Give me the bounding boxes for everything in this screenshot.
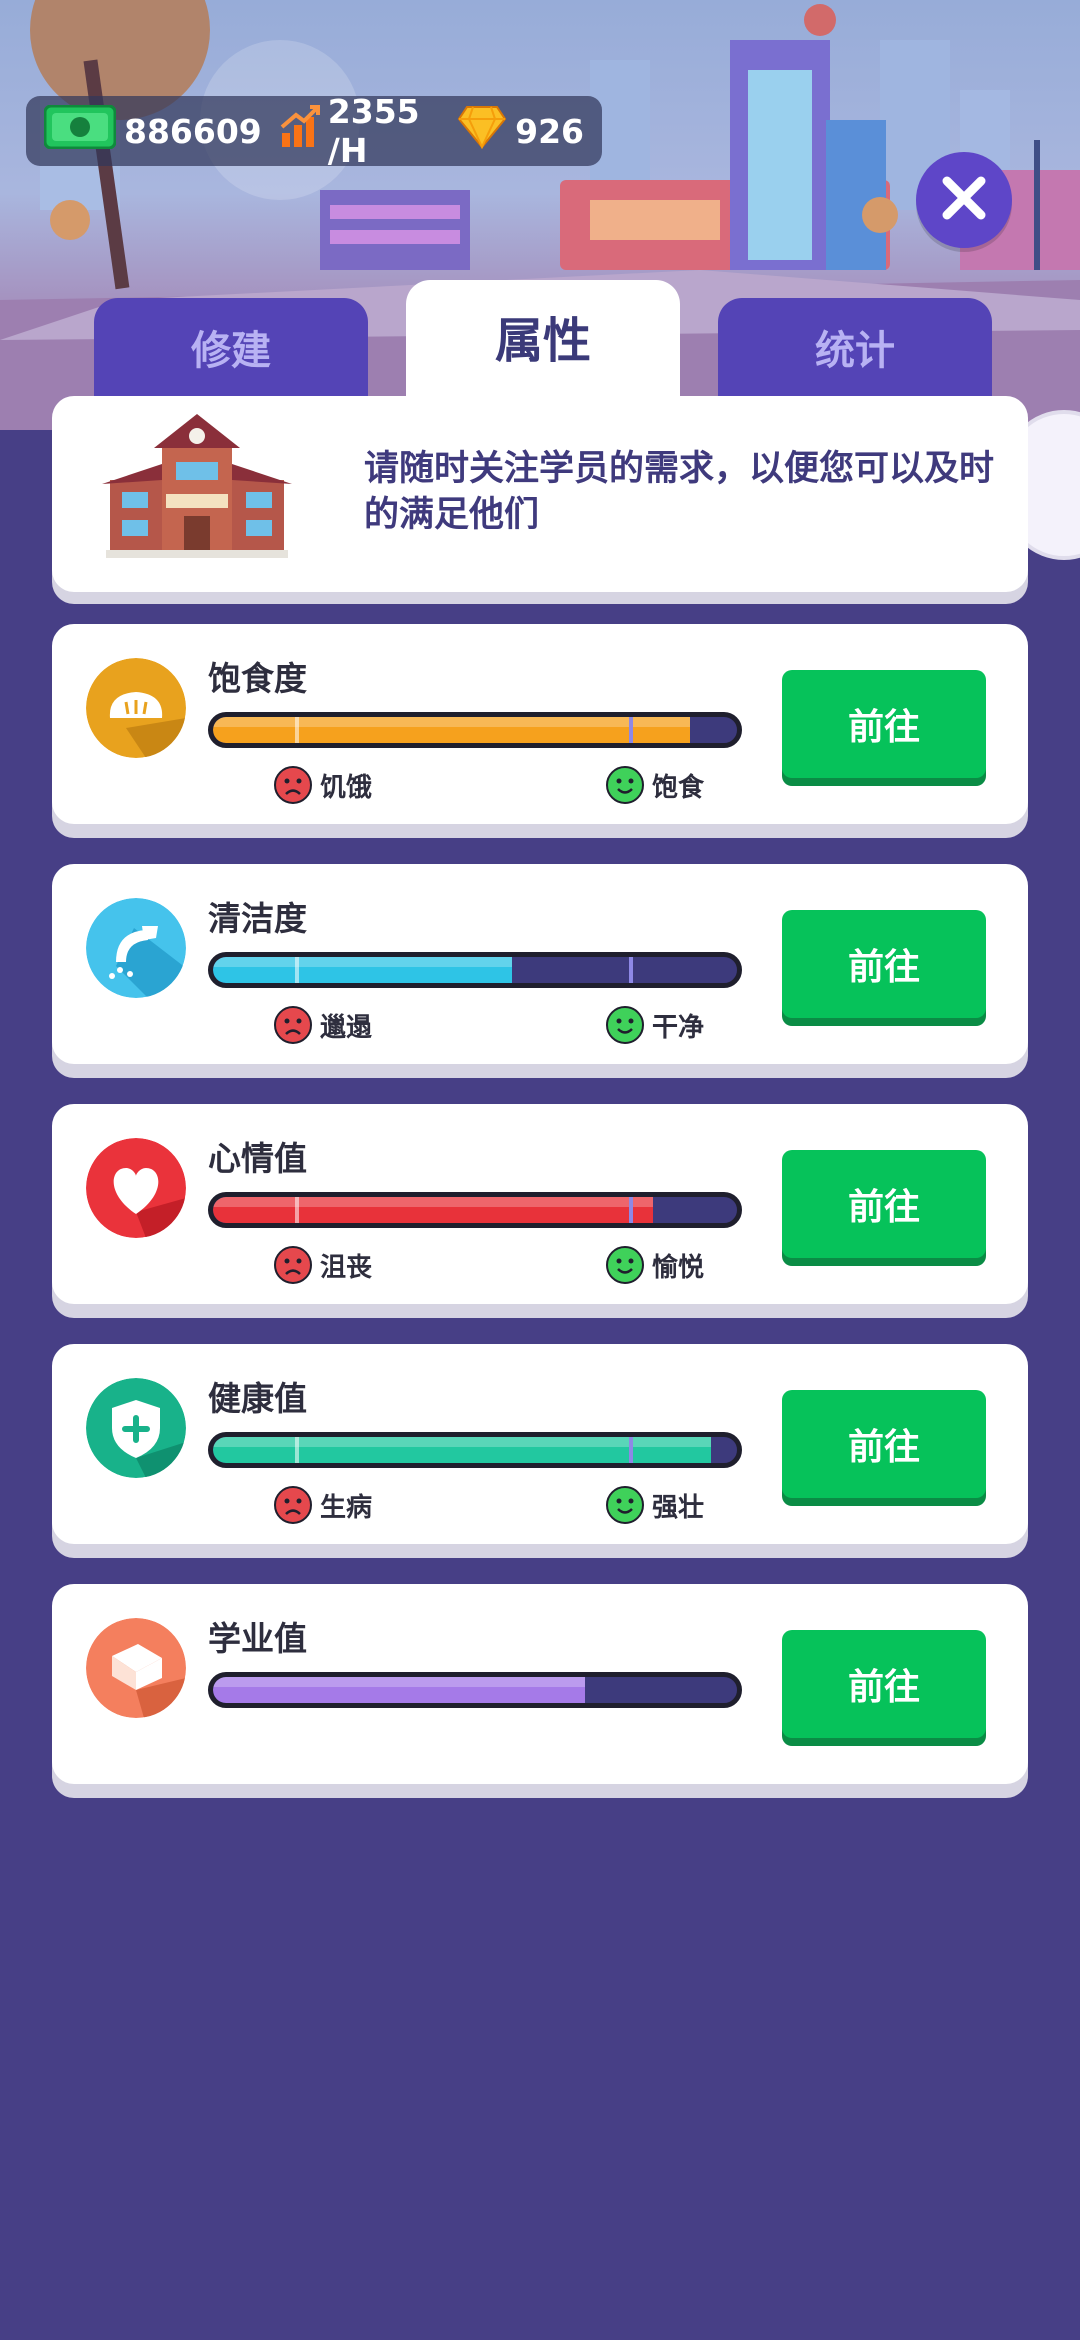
bread-icon <box>86 658 186 758</box>
progress-fill <box>213 1197 654 1223</box>
sad-face-icon <box>274 1006 312 1044</box>
info-message: 请随时关注学员的需求，以便您可以及时的满足他们 <box>364 449 995 535</box>
stat-card-satiety: 饱食度 饥饿 饱食 前往 <box>52 624 1028 824</box>
satiety-bar <box>208 712 742 748</box>
happy-face-icon <box>606 1246 644 1284</box>
growth-chart-icon <box>280 105 320 157</box>
progress-fill <box>213 957 512 983</box>
low-label: 邋遢 <box>274 1006 372 1044</box>
study-bar <box>208 1672 742 1708</box>
happy-face-icon <box>606 766 644 804</box>
stat-card-study: 学业值 前往 <box>52 1584 1028 1784</box>
cash-icon <box>43 104 117 157</box>
tab-attributes[interactable]: 属性 <box>406 280 680 410</box>
low-label: 生病 <box>274 1486 372 1524</box>
stat-card-health: 健康值 生病 强壮 前往 <box>52 1344 1028 1544</box>
stat-title: 健康值 <box>208 1379 307 1418</box>
gem-value: 926 <box>515 111 584 151</box>
close-icon <box>939 173 989 227</box>
progress-fill <box>213 1677 586 1703</box>
progress-fill <box>213 717 690 743</box>
cash-counter: 886609 <box>43 104 262 157</box>
happy-face-icon <box>606 1006 644 1044</box>
go-button-satiety[interactable]: 前往 <box>782 670 986 778</box>
stat-title: 学业值 <box>208 1619 307 1658</box>
close-button[interactable] <box>916 152 1012 248</box>
info-card: 请随时关注学员的需求，以便您可以及时的满足他们 <box>52 396 1028 592</box>
resource-bar: 886609 2355 /H 926 <box>26 92 602 170</box>
high-label: 愉悦 <box>606 1246 704 1284</box>
high-label: 饱食 <box>606 766 704 804</box>
sad-face-icon <box>274 1486 312 1524</box>
stat-card-cleanliness: 清洁度 邋遢 干净 前往 <box>52 864 1028 1064</box>
high-label: 强壮 <box>606 1486 704 1524</box>
stat-title: 心情值 <box>208 1139 307 1178</box>
low-label: 沮丧 <box>274 1246 372 1284</box>
heart-icon <box>86 1138 186 1238</box>
stat-title: 清洁度 <box>208 899 307 938</box>
go-button-cleanliness[interactable]: 前往 <box>782 910 986 1018</box>
sad-face-icon <box>274 1246 312 1284</box>
go-button-mood[interactable]: 前往 <box>782 1150 986 1258</box>
shower-icon <box>86 898 186 998</box>
high-label: 干净 <box>606 1006 704 1044</box>
low-label: 饥饿 <box>274 766 372 804</box>
stat-card-mood: 心情值 沮丧 愉悦 前往 <box>52 1104 1028 1304</box>
shield-plus-icon <box>86 1378 186 1478</box>
school-building-icon <box>102 410 292 564</box>
income-counter: 2355 /H <box>280 92 439 170</box>
happy-face-icon <box>606 1486 644 1524</box>
cleanliness-bar <box>208 952 742 988</box>
income-value: 2355 /H <box>327 92 420 170</box>
go-button-health[interactable]: 前往 <box>782 1390 986 1498</box>
gem-counter: 926 <box>457 105 584 157</box>
health-bar <box>208 1432 742 1468</box>
cash-value: 886609 <box>124 111 262 151</box>
diamond-icon <box>457 105 507 157</box>
stat-title: 饱食度 <box>208 659 307 698</box>
go-button-study[interactable]: 前往 <box>782 1630 986 1738</box>
mood-bar <box>208 1192 742 1228</box>
progress-fill <box>213 1437 711 1463</box>
tab-build[interactable]: 修建 <box>94 298 368 408</box>
book-icon <box>86 1618 186 1718</box>
tab-statistics[interactable]: 统计 <box>718 298 992 408</box>
sad-face-icon <box>274 766 312 804</box>
